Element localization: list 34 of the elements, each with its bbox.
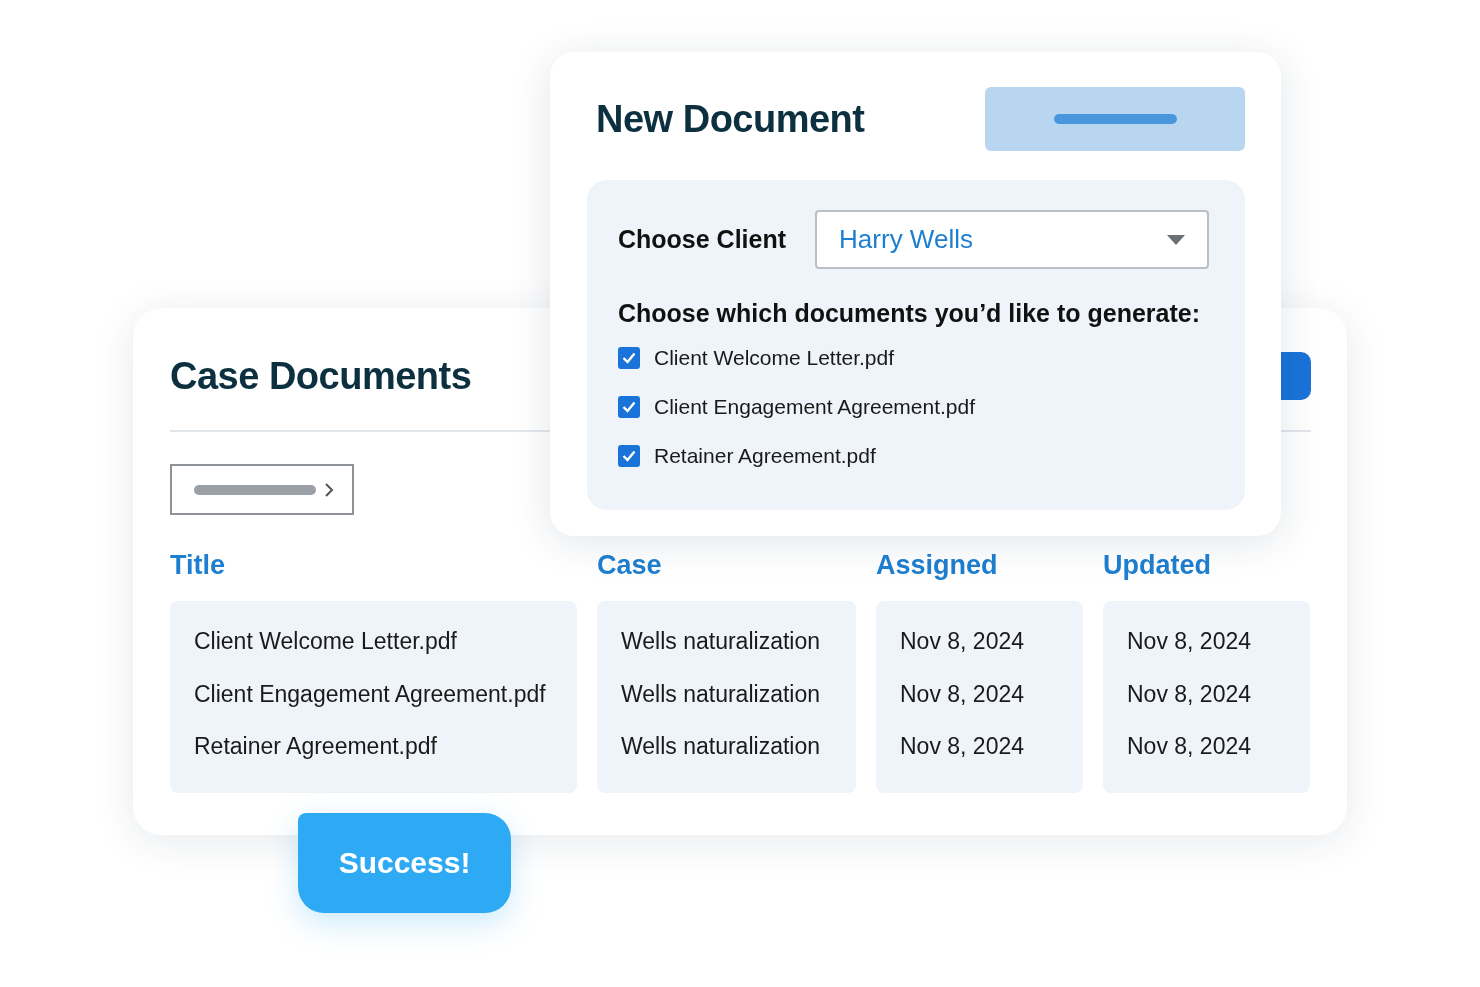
dialog-title: New Document bbox=[596, 97, 865, 141]
success-toast: Success! bbox=[298, 813, 511, 913]
checkbox[interactable] bbox=[618, 347, 640, 369]
table-cell-text: Nov 8, 2024 bbox=[900, 679, 1026, 709]
document-name: Retainer Agreement.pdf bbox=[654, 443, 876, 469]
table-cell-text: Nov 8, 2024 bbox=[1127, 732, 1253, 761]
card-title: Case Documents bbox=[170, 354, 472, 398]
client-select[interactable]: Harry Wells bbox=[815, 210, 1210, 269]
document-name: Client Welcome Letter.pdf bbox=[654, 345, 895, 371]
caret-icon bbox=[1167, 234, 1186, 245]
table-cell-text: Nov 8, 2024 bbox=[1127, 679, 1253, 709]
check-icon bbox=[622, 352, 636, 364]
column-header: Title bbox=[170, 549, 226, 582]
table-cell-text: Retainer Agreement.pdf bbox=[194, 732, 438, 761]
table-cell-text: Nov 8, 2024 bbox=[900, 627, 1026, 656]
check-icon bbox=[622, 450, 636, 462]
table-cell-text: Nov 8, 2024 bbox=[1127, 627, 1253, 656]
column-header: Updated bbox=[1103, 549, 1212, 582]
table-cell-text: Wells naturalization bbox=[621, 732, 821, 761]
breadcrumb-field[interactable] bbox=[170, 464, 354, 515]
column-header: Case bbox=[597, 549, 663, 582]
checkbox[interactable] bbox=[618, 396, 640, 418]
column-header: Assigned bbox=[876, 549, 999, 582]
check-icon bbox=[622, 401, 636, 413]
table-cell-text: Wells naturalization bbox=[621, 627, 821, 656]
chevron-right-icon bbox=[324, 481, 334, 498]
document-name: Client Engagement Agreement.pdf bbox=[654, 394, 976, 420]
table-cell-text: Client Engagement Agreement.pdf bbox=[194, 679, 547, 709]
client-label: Choose Client bbox=[618, 225, 787, 254]
checkbox[interactable] bbox=[618, 445, 640, 467]
documents-label: Choose which documents you’d like to generate: bbox=[618, 299, 1202, 328]
table-cell-text: Nov 8, 2024 bbox=[900, 732, 1026, 761]
table-cell-text: Client Welcome Letter.pdf bbox=[194, 627, 458, 656]
table-cell-text: Wells naturalization bbox=[621, 679, 821, 709]
